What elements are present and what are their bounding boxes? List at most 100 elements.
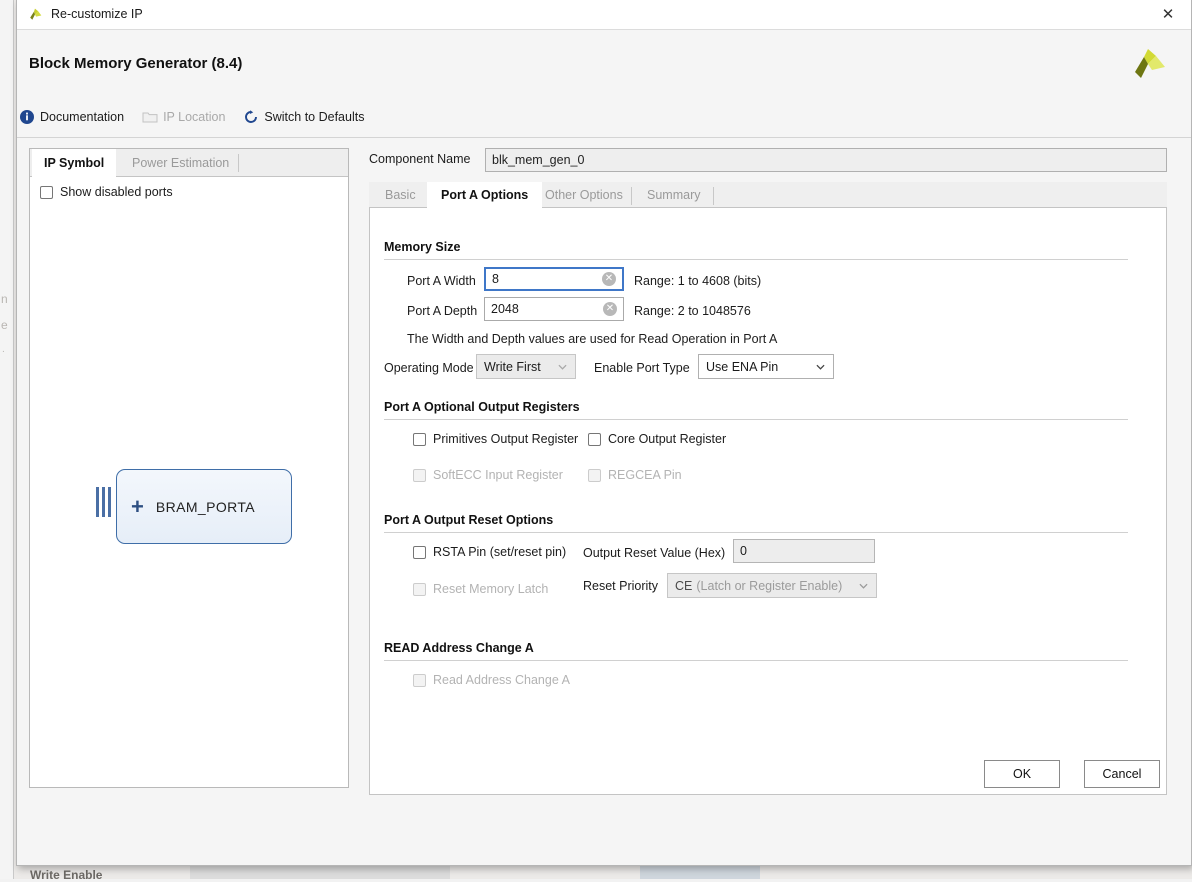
tab-divider [631, 187, 632, 205]
operating-mode-select[interactable]: Write First [476, 354, 576, 379]
rsta-pin-checkbox[interactable]: RSTA Pin (set/reset pin) [413, 545, 566, 559]
cancel-button[interactable]: Cancel [1084, 760, 1160, 788]
reset-priority-label: Reset Priority [583, 579, 658, 593]
checkbox-box-icon [413, 583, 426, 596]
read-address-change-a-checkbox: Read Address Change A [413, 673, 570, 687]
checkbox-box-icon [588, 469, 601, 482]
softecc-input-register-checkbox: SoftECC Input Register [413, 468, 563, 482]
memory-size-note: The Width and Depth values are used for … [407, 332, 777, 346]
enable-port-type-select[interactable]: Use ENA Pin [698, 354, 834, 379]
port-a-width-label: Port A Width [407, 274, 476, 288]
section-divider [384, 419, 1128, 420]
chevron-down-icon [816, 362, 825, 371]
output-reset-options-title: Port A Output Reset Options [384, 513, 553, 527]
primitives-output-register-label: Primitives Output Register [433, 432, 578, 446]
regcea-pin-checkbox: REGCEA Pin [588, 468, 682, 482]
dialog-title-bar: Re-customize IP ✕ [17, 0, 1191, 30]
ok-button[interactable]: OK [984, 760, 1060, 788]
tab-port-a-options[interactable]: Port A Options [427, 182, 542, 208]
xilinx-logo-icon [27, 7, 44, 24]
re-customize-ip-dialog: Re-customize IP ✕ Block Memory Generator… [16, 0, 1192, 866]
xilinx-brand-logo-icon [1129, 46, 1169, 86]
rsta-pin-label: RSTA Pin (set/reset pin) [433, 545, 566, 559]
port-bar-icon [102, 487, 105, 517]
component-name-label: Component Name [369, 152, 470, 166]
bg-artifact-text: . [2, 344, 5, 355]
close-icon[interactable]: ✕ [1145, 0, 1191, 29]
checkbox-box-icon [588, 433, 601, 446]
component-name-row: Component Name blk_mem_gen_0 [369, 148, 1167, 172]
tab-divider [713, 187, 714, 205]
bram-porta-label: BRAM_PORTA [156, 499, 255, 515]
checkbox-box-icon [413, 546, 426, 559]
read-address-change-a-label: Read Address Change A [433, 673, 570, 687]
core-output-register-label: Core Output Register [608, 432, 726, 446]
tab-basic[interactable]: Basic [371, 182, 430, 208]
port-bar-icon [108, 487, 111, 517]
reset-memory-latch-label: Reset Memory Latch [433, 582, 548, 596]
port-a-width-input[interactable]: 8 ✕ [484, 267, 624, 291]
bg-partial-label: Write Enable [30, 868, 102, 882]
options-panel: Component Name blk_mem_gen_0 Basic Port … [369, 148, 1167, 788]
switch-to-defaults-label: Switch to Defaults [264, 110, 364, 124]
port-a-width-range: Range: 1 to 4608 (bits) [634, 274, 761, 288]
checkbox-box-icon [413, 674, 426, 687]
section-divider [384, 259, 1128, 260]
reset-priority-select[interactable]: CE (Latch or Register Enable) [667, 573, 877, 598]
info-icon [19, 109, 35, 125]
reset-priority-hint: (Latch or Register Enable) [696, 579, 842, 593]
reset-memory-latch-checkbox: Reset Memory Latch [413, 582, 548, 596]
page-title: Block Memory Generator (8.4) [29, 55, 242, 72]
regcea-pin-label: REGCEA Pin [608, 468, 682, 482]
core-output-register-checkbox[interactable]: Core Output Register [588, 432, 726, 446]
refresh-icon [243, 109, 259, 125]
section-divider [384, 660, 1128, 661]
output-reset-value-label: Output Reset Value (Hex) [583, 546, 725, 560]
bg-artifact-text: e [1, 318, 8, 332]
port-a-depth-input[interactable]: 2048 ✕ [484, 297, 624, 321]
dialog-header: Block Memory Generator (8.4) Documentati… [17, 30, 1191, 138]
primitives-output-register-checkbox[interactable]: Primitives Output Register [413, 432, 578, 446]
bg-left-strip [0, 0, 14, 879]
port-a-depth-label: Port A Depth [407, 304, 477, 318]
dialog-body: IP Symbol Power Estimation Show disabled… [17, 138, 1191, 860]
documentation-label: Documentation [40, 110, 124, 124]
chevron-down-icon [859, 581, 868, 590]
checkbox-box-icon [413, 469, 426, 482]
optional-output-registers-title: Port A Optional Output Registers [384, 400, 580, 414]
chevron-down-icon [558, 362, 567, 371]
clear-icon[interactable]: ✕ [602, 272, 616, 286]
dialog-title: Re-customize IP [51, 7, 143, 21]
enable-port-type-value: Use ENA Pin [706, 360, 778, 374]
ip-symbol-canvas: + BRAM_PORTA [30, 149, 348, 787]
port-a-depth-value: 2048 [491, 302, 519, 316]
expand-icon[interactable]: + [131, 496, 144, 518]
header-toolbar: Documentation IP Location Switch to Defa… [19, 109, 382, 125]
section-divider [384, 532, 1128, 533]
bg-artifact-text: n [1, 292, 8, 306]
ip-location-label: IP Location [163, 110, 225, 124]
port-a-options-content: Memory Size Port A Width 8 ✕ Range: 1 to… [369, 208, 1167, 795]
enable-port-type-label: Enable Port Type [594, 361, 690, 375]
folder-icon [142, 109, 158, 125]
options-tab-strip: Basic Port A Options Other Options Summa… [369, 182, 1167, 208]
bg-artifact-bar [640, 864, 760, 879]
tab-summary[interactable]: Summary [633, 182, 714, 208]
port-a-depth-range: Range: 2 to 1048576 [634, 304, 751, 318]
tab-other-options[interactable]: Other Options [531, 182, 637, 208]
component-name-input[interactable]: blk_mem_gen_0 [485, 148, 1167, 172]
port-bar-icon [96, 487, 99, 517]
reset-priority-value: CE [675, 579, 692, 593]
bg-artifact-bar [190, 866, 450, 879]
switch-to-defaults-link[interactable]: Switch to Defaults [243, 109, 364, 125]
checkbox-box-icon [413, 433, 426, 446]
output-reset-value-input[interactable]: 0 [733, 539, 875, 563]
operating-mode-label: Operating Mode [384, 361, 474, 375]
softecc-input-register-label: SoftECC Input Register [433, 468, 563, 482]
ip-symbol-panel: IP Symbol Power Estimation Show disabled… [29, 148, 349, 788]
read-address-change-title: READ Address Change A [384, 641, 534, 655]
memory-size-title: Memory Size [384, 240, 460, 254]
bram-porta-symbol[interactable]: + BRAM_PORTA [116, 469, 292, 544]
documentation-link[interactable]: Documentation [19, 109, 124, 125]
clear-icon[interactable]: ✕ [603, 302, 617, 316]
